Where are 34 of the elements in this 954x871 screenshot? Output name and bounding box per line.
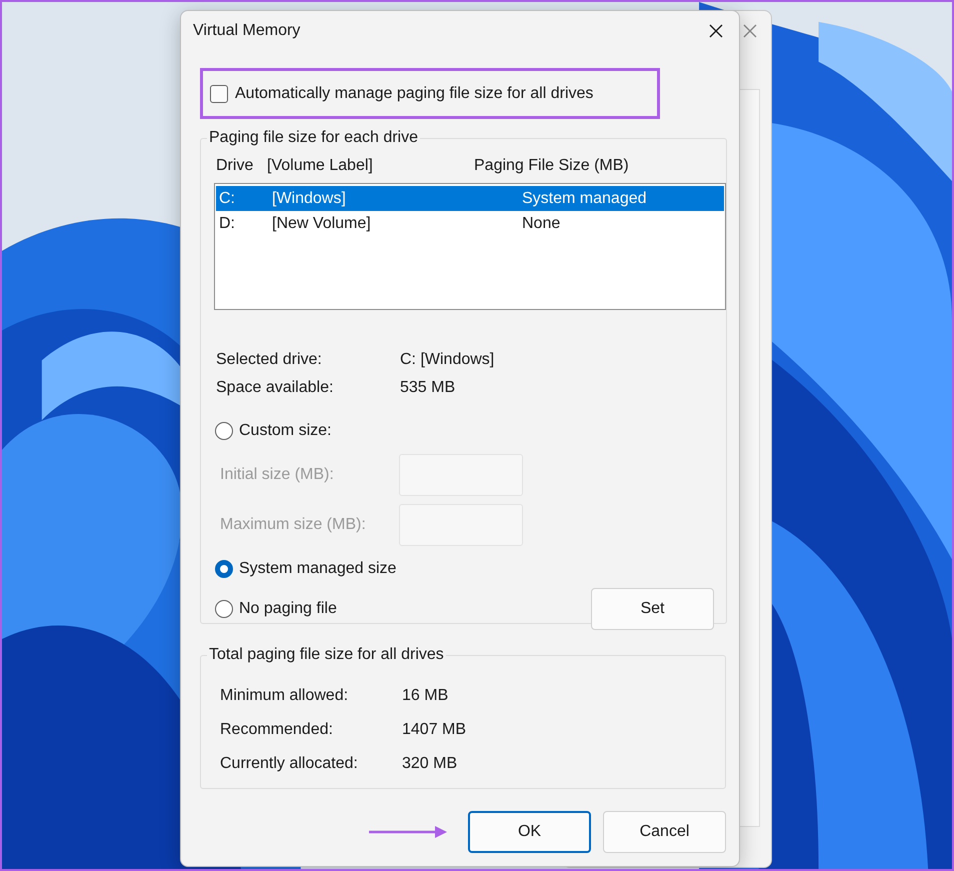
total-value: 16 MB <box>402 687 450 705</box>
radio-label: System managed size <box>239 560 396 578</box>
total-value: 320 MB <box>402 755 458 773</box>
radio-label: Custom size: <box>239 422 332 440</box>
checkbox[interactable] <box>210 84 228 102</box>
column-header: [Volume Label] <box>267 157 374 175</box>
radio-button[interactable] <box>215 560 233 578</box>
field-label: Maximum size (MB): <box>220 516 367 534</box>
set-button[interactable]: Set <box>591 588 714 630</box>
group-title: Paging file size for each drive <box>208 129 419 147</box>
total-label: Recommended: <box>220 721 334 739</box>
checkbox-label: Automatically manage paging file size for all drives <box>235 84 594 102</box>
field-label: Initial size (MB): <box>220 466 335 484</box>
total-label: Currently allocated: <box>220 755 359 773</box>
info-label: Selected drive: <box>216 351 323 369</box>
total-label: Minimum allowed: <box>220 687 350 705</box>
info-label: Space available: <box>216 379 334 397</box>
radio-button[interactable] <box>215 422 233 440</box>
radio-label: No paging file <box>239 600 337 618</box>
drive-row[interactable]: D: [New Volume] None <box>216 211 724 236</box>
info-value: C: [Windows] <box>400 351 496 369</box>
group-title: Total paging file size for all drives <box>208 646 445 664</box>
column-header: Drive <box>216 157 254 175</box>
column-header: Paging File Size (MB) <box>474 157 630 175</box>
radio-button[interactable] <box>215 600 233 618</box>
close-icon <box>709 24 723 38</box>
close-icon[interactable] <box>743 24 757 38</box>
drive-row[interactable]: C: [Windows] System managed <box>216 186 724 211</box>
dialog-button[interactable]: OK <box>468 811 591 853</box>
window-title: Virtual Memory <box>192 22 302 40</box>
info-value: 535 MB <box>400 379 456 397</box>
dialog-button[interactable]: Cancel <box>603 811 726 853</box>
arrow-icon <box>369 825 447 839</box>
total-value: 1407 MB <box>402 721 468 739</box>
